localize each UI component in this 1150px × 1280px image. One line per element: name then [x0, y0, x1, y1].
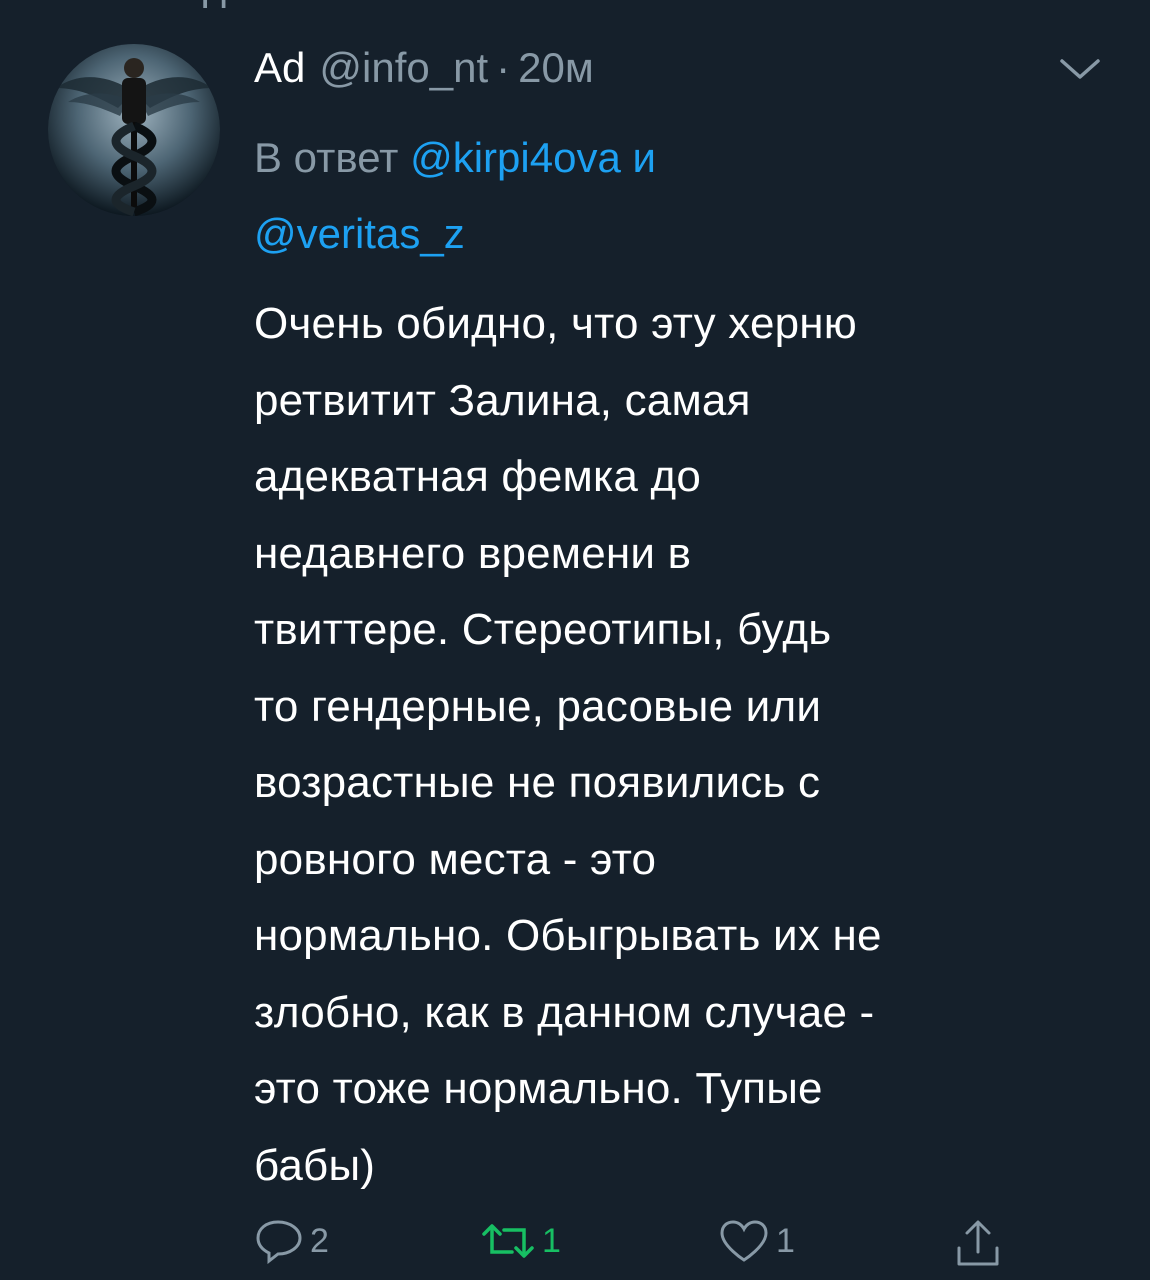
share-icon	[957, 1220, 999, 1266]
share-button[interactable]	[954, 1218, 1002, 1268]
reply-count: 2	[310, 1221, 329, 1260]
previous-tweet-fragment: Ц. — — — — — — — —	[200, 0, 668, 8]
separator-dot: ·	[496, 44, 511, 91]
tweet-time[interactable]: 20м	[518, 40, 594, 96]
author-name[interactable]: Ad	[254, 40, 305, 96]
author-handle[interactable]: @info_nt	[319, 40, 488, 96]
mention-link[interactable]: @kirpi4ova	[410, 134, 621, 181]
reply-context: В ответ @kirpi4ova и @veritas_z	[254, 120, 954, 272]
reply-and: и	[632, 134, 656, 181]
tweet-screen: Ц. — — — — — — — —	[0, 0, 1150, 1280]
retweet-button[interactable]: 1	[480, 1218, 561, 1264]
heart-icon	[720, 1220, 768, 1262]
reply-prefix: В ответ	[254, 134, 399, 181]
like-button[interactable]: 1	[718, 1218, 795, 1264]
mention-link[interactable]: @veritas_z	[254, 210, 465, 257]
tweet-text: Очень обидно, что эту херню ретвитит Зал…	[254, 299, 882, 1190]
tweet-actions: 2 1 1	[254, 1218, 1034, 1274]
avatar-image	[48, 44, 220, 216]
tweet-header: Ad @info_nt · 20м	[254, 40, 594, 96]
chevron-down-icon[interactable]	[1058, 56, 1102, 82]
avatar[interactable]	[48, 44, 220, 216]
like-count: 1	[776, 1221, 795, 1260]
reply-button[interactable]: 2	[254, 1218, 329, 1264]
retweet-count: 1	[542, 1221, 561, 1260]
retweet-icon	[482, 1224, 534, 1258]
speech-bubble-icon	[256, 1220, 302, 1264]
